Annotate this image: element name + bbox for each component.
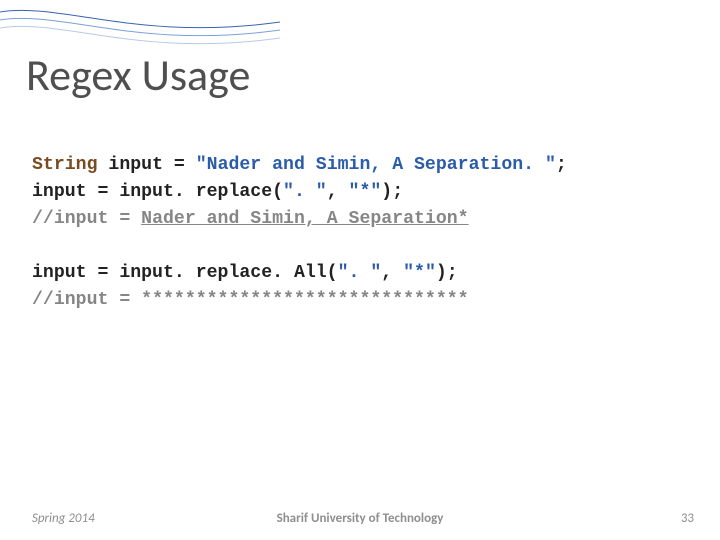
code-block: String input = "Nader and Simin, A Separ… — [32, 152, 567, 314]
comment: ****************************** — [141, 290, 468, 310]
footer-center: Sharif University of Technology — [0, 511, 720, 526]
code-text: , — [381, 263, 403, 283]
kw-string: String — [32, 155, 108, 175]
string-literal: "Nader and Simin, A Separation. " — [196, 155, 556, 175]
footer-right: 33 — [681, 511, 694, 526]
string-literal: ". " — [338, 263, 382, 283]
code-text: ; — [556, 155, 567, 175]
code-text: ); — [436, 263, 458, 283]
slide-title: Regex Usage — [26, 48, 250, 102]
comment-underlined: Nader and Simin, A Separation* — [141, 209, 468, 229]
slide: Regex Usage String input = "Nader and Si… — [0, 0, 720, 540]
code-text: input = input. replace( — [32, 182, 283, 202]
string-literal: "*" — [349, 182, 382, 202]
comment: //input = — [32, 209, 141, 229]
string-literal: ". " — [283, 182, 327, 202]
code-text: , — [327, 182, 349, 202]
string-literal: "*" — [403, 263, 436, 283]
code-text: input = — [108, 155, 195, 175]
code-text: input = input. replace. All( — [32, 263, 338, 283]
comment: //input = — [32, 290, 141, 310]
code-text: ); — [381, 182, 403, 202]
